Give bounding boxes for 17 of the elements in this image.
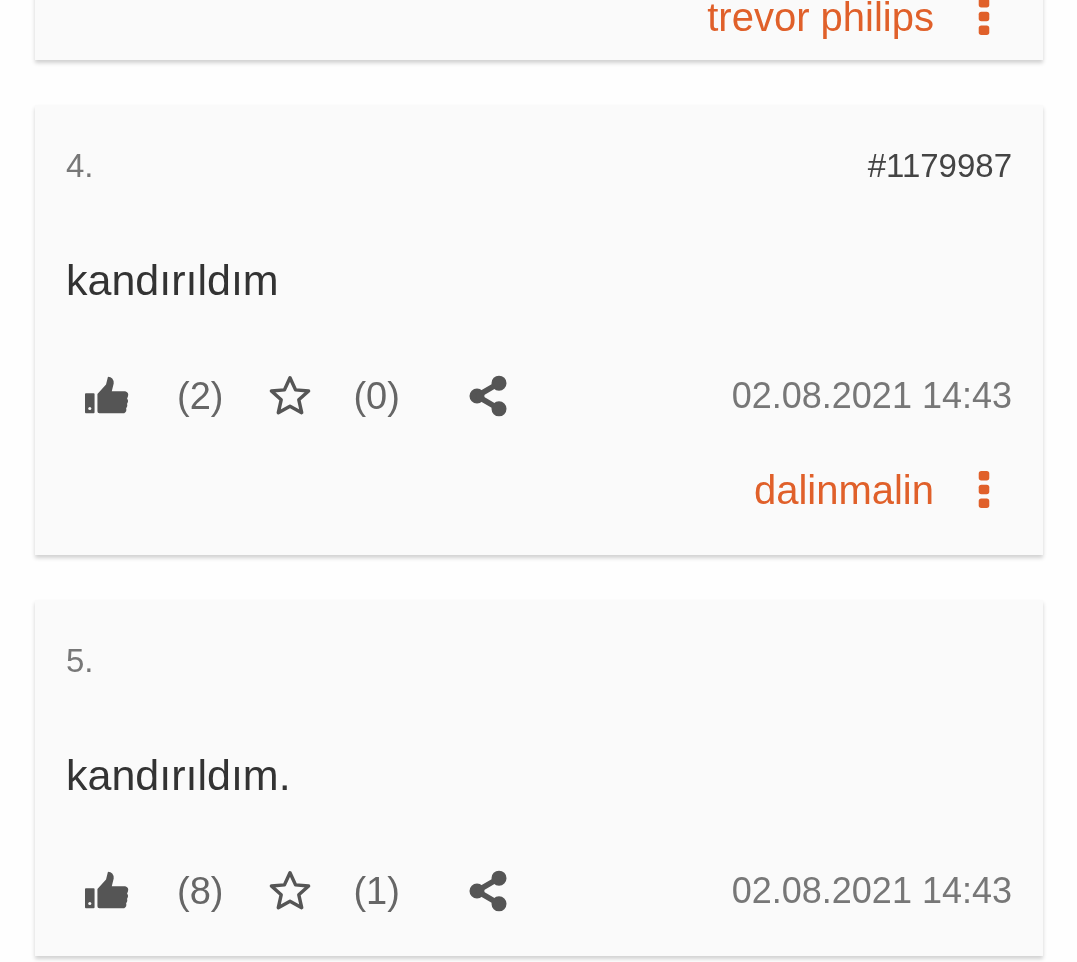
entry-number: 5. <box>66 642 94 680</box>
favorite-count: (1) <box>353 869 400 913</box>
like-count: (2) <box>177 374 224 418</box>
thumbs-up-icon[interactable] <box>85 376 129 416</box>
like-count: (8) <box>177 869 224 913</box>
more-icon[interactable] <box>978 0 990 36</box>
entry-id[interactable]: #1179987 <box>867 147 1012 185</box>
entry-text: kandırıldım. <box>66 750 292 800</box>
entry-date: 02.08.2021 14:43 <box>731 870 1012 912</box>
author-link[interactable]: trevor philips <box>707 0 934 40</box>
entry-text: kandırıldım <box>66 255 280 305</box>
more-icon[interactable] <box>978 471 990 509</box>
entry-date: 02.08.2021 14:43 <box>731 375 1012 417</box>
entry-number: 4. <box>66 147 94 185</box>
thumbs-up-icon[interactable] <box>85 871 129 911</box>
author-link[interactable]: dalinmalin <box>753 467 934 513</box>
favorite-count: (0) <box>353 374 400 418</box>
